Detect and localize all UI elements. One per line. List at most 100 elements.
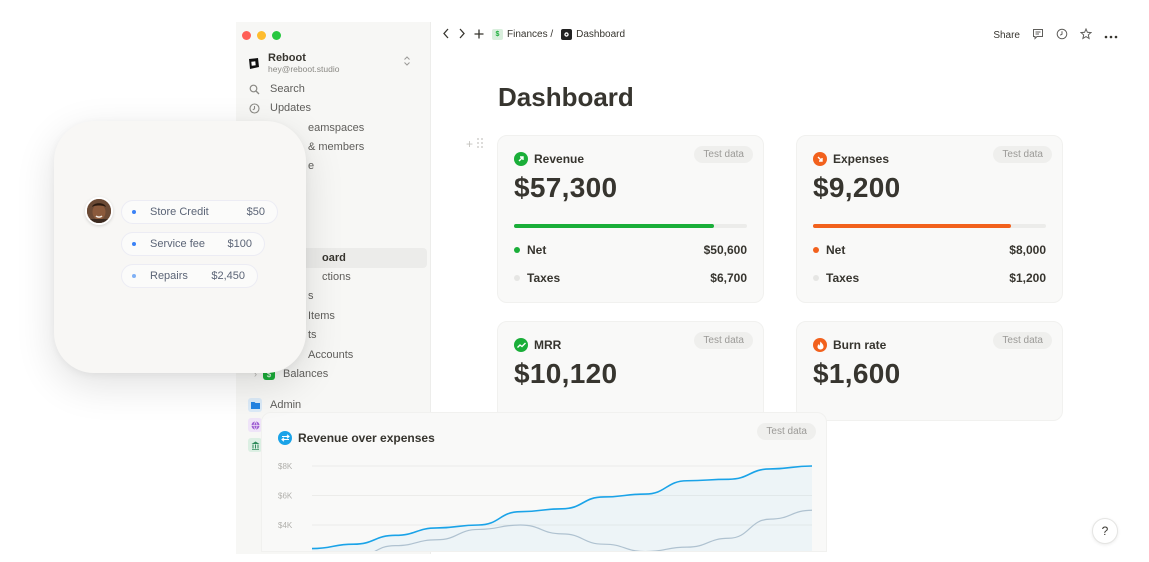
- breadcrumb: $ Finances / Dashboard: [492, 29, 625, 40]
- breadcrumb-dashboard[interactable]: Dashboard: [576, 29, 625, 40]
- taxes-row: Taxes $1,200: [813, 270, 1046, 286]
- row-label: Net: [527, 243, 547, 257]
- bullet-dot: [132, 242, 136, 246]
- sidebar-item-label: e: [308, 160, 315, 172]
- net-row: Net $8,000: [813, 242, 1046, 258]
- card-title: Burn rate: [833, 338, 887, 352]
- card-title: Expenses: [833, 152, 890, 166]
- row-value: $8,000: [1009, 243, 1046, 257]
- sidebar-item-label: oard: [322, 252, 346, 264]
- breadcrumb-finances[interactable]: Finances /: [507, 29, 553, 40]
- expenses-card: Expenses Test data $9,200 Net $8,000 Tax…: [796, 135, 1063, 303]
- floating-transaction-card: Store Credit $50 Service fee $100 Repair…: [54, 121, 306, 373]
- card-header: Burn rate: [813, 338, 886, 352]
- test-data-badge: Test data: [993, 332, 1052, 349]
- revenue-over-expenses-card: Revenue over expenses Test data $8K $6K $4…: [261, 412, 827, 552]
- progress-fill: [813, 224, 1012, 228]
- arrow-up-right-icon: [514, 152, 528, 166]
- sidebar-item-label: Balances: [283, 368, 329, 380]
- y-tick-label: $8K: [278, 462, 293, 471]
- card-header: Expenses: [813, 152, 889, 166]
- test-data-badge: Test data: [694, 146, 753, 163]
- sidebar-item-label: Updates: [270, 102, 311, 114]
- sidebar-item-label: Items: [308, 310, 335, 322]
- more-icon[interactable]: [1104, 29, 1118, 41]
- transaction-label: Service fee: [150, 238, 206, 250]
- dashboard-icon: [561, 29, 573, 40]
- card-title: MRR: [534, 338, 562, 352]
- transaction-amount: $50: [246, 206, 265, 218]
- fire-icon: [813, 338, 827, 352]
- row-label: Taxes: [826, 271, 860, 285]
- add-block-icon[interactable]: +: [466, 137, 473, 151]
- sidebar-item-label: s: [308, 290, 314, 302]
- transaction-label: Repairs: [150, 270, 188, 282]
- legend-dot: [514, 275, 520, 281]
- card-header: Revenue: [514, 152, 584, 166]
- card-value: $9,200: [813, 172, 901, 203]
- topbar-navigation: $ Finances / Dashboard: [442, 28, 625, 41]
- comment-icon[interactable]: [1032, 28, 1044, 42]
- bullet-dot: [132, 274, 136, 278]
- workspace-name: Reboot: [268, 51, 306, 64]
- arrow-down-right-icon: [813, 152, 827, 166]
- help-button[interactable]: ?: [1092, 518, 1118, 544]
- sidebar-item-label: Admin: [270, 399, 302, 411]
- trend-icon: [514, 338, 528, 352]
- row-value: $50,600: [703, 243, 747, 257]
- row-label: Net: [826, 243, 846, 257]
- sidebar-item-label: & members: [308, 141, 365, 153]
- maximize-window-button[interactable]: [272, 31, 281, 40]
- progress-fill: [514, 224, 715, 228]
- minimize-window-button[interactable]: [257, 31, 266, 40]
- sidebar-item-label: Search: [270, 83, 305, 95]
- card-value: $57,300: [514, 172, 618, 203]
- transaction-amount: $2,450: [211, 270, 245, 282]
- transaction-pill[interactable]: Service fee $100: [121, 232, 265, 256]
- sidebar-item-label: eamspaces: [308, 122, 365, 134]
- sidebar-item-label: ts: [308, 329, 317, 341]
- block-controls: +: [466, 137, 483, 151]
- sidebar-item-updates[interactable]: Updates: [242, 98, 427, 118]
- search-icon: [248, 83, 260, 95]
- net-row: Net $50,600: [514, 242, 747, 258]
- test-data-badge: Test data: [694, 332, 753, 349]
- transaction-label: Store Credit: [150, 206, 209, 218]
- bank-icon: [248, 438, 262, 452]
- legend-dot: [813, 275, 819, 281]
- taxes-row: Taxes $6,700: [514, 270, 747, 286]
- progress-bar: [514, 224, 747, 228]
- transaction-pill[interactable]: Repairs $2,450: [121, 264, 258, 288]
- progress-bar: [813, 224, 1046, 228]
- card-value: $10,120: [514, 358, 618, 389]
- workspace-logo-icon: [246, 56, 260, 70]
- burn-rate-card: Burn rate Test data $1,600: [796, 321, 1063, 421]
- sidebar-item-label: ctions: [322, 271, 351, 283]
- row-value: $1,200: [1009, 271, 1046, 285]
- star-icon[interactable]: [1079, 27, 1093, 42]
- topbar-actions: Share: [993, 27, 1118, 42]
- drag-handle-icon[interactable]: [477, 137, 483, 151]
- avatar: [85, 197, 113, 225]
- chevron-right-icon[interactable]: [458, 28, 466, 41]
- card-header: MRR: [514, 338, 561, 352]
- clock-icon: [248, 102, 260, 114]
- plus-icon[interactable]: [474, 28, 484, 41]
- workspace-switcher[interactable]: Reboot hey@reboot.studio: [246, 50, 421, 76]
- clock-icon[interactable]: [1056, 28, 1068, 42]
- close-window-button[interactable]: [242, 31, 251, 40]
- transaction-amount: $100: [227, 238, 252, 250]
- chevron-up-down-icon[interactable]: [403, 56, 411, 68]
- transaction-pill[interactable]: Store Credit $50: [121, 200, 278, 224]
- workspace-email: hey@reboot.studio: [268, 63, 340, 74]
- test-data-badge: Test data: [993, 146, 1052, 163]
- sidebar-item-label: Accounts: [308, 349, 354, 361]
- row-value: $6,700: [710, 271, 747, 285]
- y-tick-label: $4K: [278, 521, 293, 530]
- share-button[interactable]: Share: [993, 30, 1020, 41]
- chevron-left-icon[interactable]: [442, 28, 450, 41]
- window-controls: [242, 31, 281, 40]
- mrr-card: MRR Test data $10,120: [497, 321, 764, 421]
- y-tick-label: $6K: [278, 492, 293, 501]
- sidebar-item-search[interactable]: Search: [242, 79, 427, 99]
